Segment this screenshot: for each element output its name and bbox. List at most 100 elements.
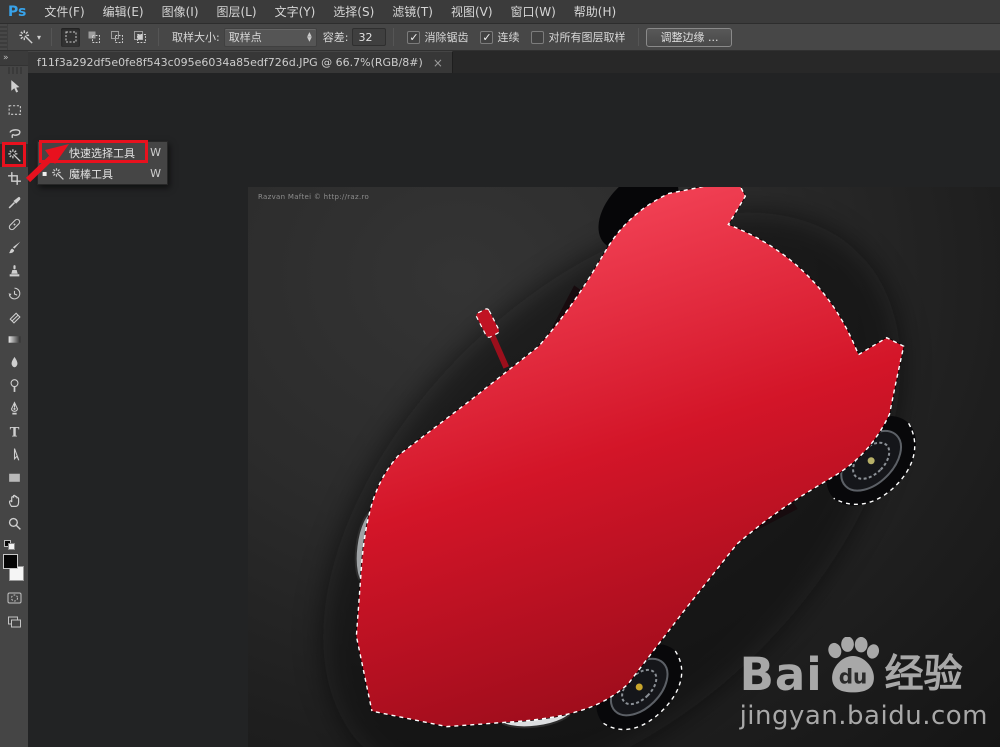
brush-tool[interactable] (0, 236, 28, 259)
menu-bar: Ps 文件(F) 编辑(E) 图像(I) 图层(L) 文字(Y) 选择(S) 滤… (0, 0, 1000, 24)
path-selection-tool[interactable] (0, 443, 28, 466)
tolerance-label: 容差: (322, 31, 349, 44)
collapse-panel-button[interactable]: » (0, 51, 28, 66)
hand-tool[interactable] (0, 489, 28, 512)
document-canvas[interactable]: Razvan Maftei © http://raz.ro Bai du 经验 … (248, 187, 1000, 747)
magic-wand-preset-icon (18, 29, 34, 45)
move-tool[interactable] (0, 75, 28, 98)
photoshop-logo: Ps (8, 3, 27, 20)
sample-size-dropdown[interactable]: 取样点 ▲ ▼ (223, 27, 317, 47)
path-selection-tool-icon (7, 447, 22, 462)
screen-mode-icon (6, 615, 23, 629)
checkbox-check-icon: ✓ (407, 30, 421, 44)
selected-tool-bullet: ▪ (42, 169, 48, 178)
pen-tool-icon (7, 401, 22, 416)
sample-all-layers-checkbox[interactable]: 对所有图层取样 (531, 29, 625, 45)
svg-text:du: du (838, 664, 867, 688)
baidu-jingyan-watermark: Bai du 经验 jingyan.baidu.com (740, 637, 988, 731)
checkbox-check-icon (531, 30, 545, 44)
jingyan-logo-text: 经验 (884, 652, 963, 697)
quick-mask-button[interactable] (0, 586, 28, 610)
crop-tool[interactable] (0, 167, 28, 190)
healing-brush-tool[interactable] (0, 213, 28, 236)
type-tool[interactable] (0, 420, 28, 443)
menu-view[interactable]: 视图(V) (442, 0, 502, 24)
dodge-tool[interactable] (0, 374, 28, 397)
zoom-tool[interactable] (0, 512, 28, 535)
shape-tool[interactable] (0, 466, 28, 489)
eraser-tool[interactable] (0, 305, 28, 328)
menu-filter[interactable]: 滤镜(T) (383, 0, 442, 24)
add-to-selection-button[interactable] (84, 28, 103, 47)
default-colors-button[interactable] (0, 538, 28, 552)
foreground-color-swatch[interactable] (3, 554, 18, 569)
menu-layer[interactable]: 图层(L) (208, 0, 266, 24)
sample-size-label: 取样大小: (172, 31, 220, 44)
anti-alias-checkbox[interactable]: ✓ 消除锯齿 (407, 29, 468, 45)
shortcut-key: W (150, 146, 161, 159)
double-arrow-icon: » (3, 53, 9, 63)
refine-edge-button[interactable]: 调整边缘 ... (646, 27, 733, 47)
contiguous-checkbox[interactable]: ✓ 连续 (480, 29, 519, 45)
new-selection-button[interactable] (61, 27, 81, 47)
tolerance-input[interactable] (352, 28, 387, 46)
jingyan-url-text: jingyan.baidu.com (739, 701, 988, 731)
menu-window[interactable]: 窗口(W) (502, 0, 565, 24)
menu-type[interactable]: 文字(Y) (266, 0, 325, 24)
menu-image[interactable]: 图像(I) (153, 0, 208, 24)
document-tab[interactable]: f11f3a292df5e0fe8f543c095e6034a85edf726d… (28, 51, 453, 73)
lasso-tool-icon (7, 125, 22, 140)
gradient-tool[interactable] (0, 328, 28, 351)
flyout-item-magic-wand-tool[interactable]: ▪ 魔棒工具 W (38, 163, 167, 184)
menu-file[interactable]: 文件(F) (35, 0, 93, 24)
tool-options-bar: ▾ 取样大小: 取样点 ▲▼ 容差: ✓ 消除锯齿 ✓ 连续 对所有图层取样 调… (0, 24, 1000, 51)
dodge-tool-icon (7, 378, 22, 393)
gradient-tool-icon (7, 332, 22, 347)
dropdown-arrows-icon: ▲ ▼ (307, 31, 312, 43)
shortcut-key: W (150, 167, 161, 180)
intersect-selection-button[interactable] (130, 28, 149, 47)
eyedropper-tool[interactable] (0, 190, 28, 213)
magic-wand-tool[interactable] (0, 144, 28, 167)
color-swatches (0, 552, 28, 586)
brush-tool-icon (7, 240, 22, 255)
screen-mode-button[interactable] (0, 610, 28, 634)
healing-brush-tool-icon (7, 217, 22, 232)
sample-size-value: 取样点 (228, 31, 262, 44)
close-icon[interactable]: × (433, 56, 443, 70)
tools-panel: » (0, 51, 28, 747)
hand-tool-icon (7, 493, 22, 508)
flyout-item-quick-selection-tool[interactable]: 快速选择工具 W (38, 142, 167, 163)
move-tool-icon (7, 79, 22, 94)
menu-select[interactable]: 选择(S) (324, 0, 383, 24)
blur-tool[interactable] (0, 351, 28, 374)
quick-mask-icon (6, 591, 23, 605)
tool-preset-picker[interactable]: ▾ (15, 27, 44, 47)
sample-all-layers-label: 对所有图层取样 (548, 31, 626, 44)
document-tab-bar: f11f3a292df5e0fe8f543c095e6034a85edf726d… (28, 51, 1000, 73)
menu-edit[interactable]: 编辑(E) (94, 0, 153, 24)
contiguous-label: 连续 (497, 31, 520, 44)
eyedropper-tool-icon (7, 194, 22, 209)
baidu-logo-text: Bai (739, 648, 823, 701)
lasso-tool[interactable] (0, 121, 28, 144)
baidu-paw-icon: du (827, 637, 879, 693)
quick-selection-tool-icon (50, 146, 66, 160)
menu-help[interactable]: 帮助(H) (565, 0, 625, 24)
clone-stamp-tool[interactable] (0, 259, 28, 282)
checkbox-check-icon: ✓ (480, 30, 494, 44)
history-brush-tool-icon (7, 286, 22, 301)
options-grip[interactable] (0, 24, 8, 50)
marquee-tool-icon (7, 102, 22, 117)
chevron-down-icon: ▾ (37, 32, 42, 42)
clone-stamp-tool-icon (7, 263, 22, 278)
crop-tool-icon (7, 171, 22, 186)
pen-tool[interactable] (0, 397, 28, 420)
subtract-from-selection-button[interactable] (107, 28, 126, 47)
zoom-tool-icon (7, 516, 22, 531)
shape-tool-icon (7, 470, 22, 485)
panel-grip (6, 67, 22, 74)
history-brush-tool[interactable] (0, 282, 28, 305)
marquee-tool[interactable] (0, 98, 28, 121)
flyout-item-label: 魔棒工具 (69, 167, 113, 181)
